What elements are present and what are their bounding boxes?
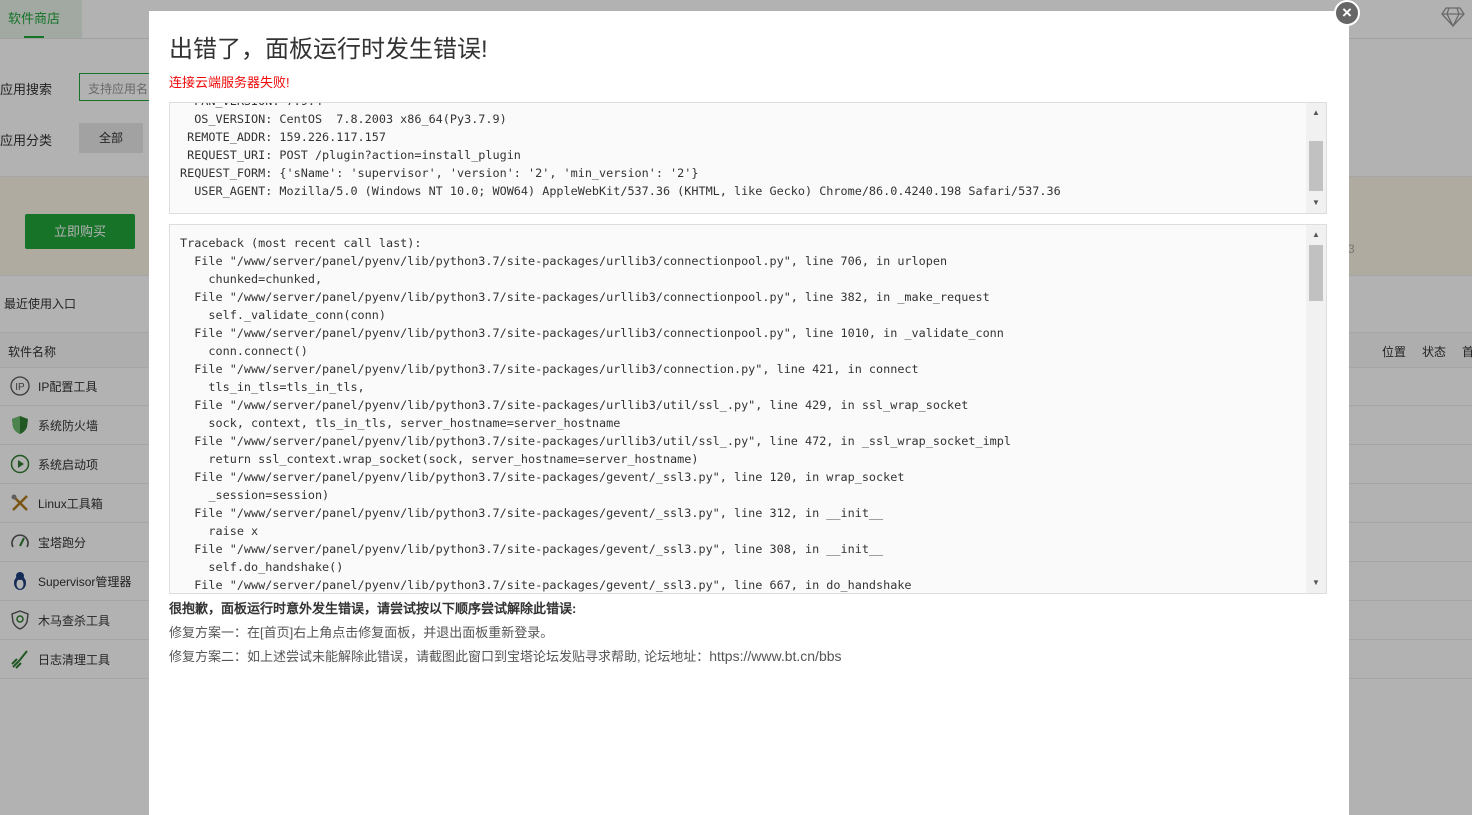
traceback-box[interactable]: Traceback (most recent call last): File … bbox=[169, 224, 1327, 594]
fix-option-2: 修复方案二：如上述尝试未能解除此错误，请截图此窗口到宝塔论坛发贴寻求帮助, 论坛… bbox=[169, 646, 842, 665]
forum-url[interactable]: https://www.bt.cn/bbs bbox=[709, 648, 841, 664]
traceback-scrollbar[interactable]: ▲ ▼ bbox=[1306, 225, 1326, 593]
error-dialog: 出错了，面板运行时发生错误! 连接云端服务器失败! PAN_VERSION: 7… bbox=[149, 11, 1349, 815]
scroll-thumb[interactable] bbox=[1309, 141, 1323, 191]
dialog-title: 出错了，面板运行时发生错误! bbox=[169, 36, 488, 63]
env-scrollbar[interactable]: ▲ ▼ bbox=[1306, 103, 1326, 213]
traceback-text: Traceback (most recent call last): File … bbox=[180, 236, 1011, 592]
fix-option-1: 修复方案一：在[首页]右上角点击修复面板，并退出面板重新登录。 bbox=[169, 625, 554, 640]
environment-info-text: PAN_VERSION: 7.9.4 OS_VERSION: CentOS 7.… bbox=[180, 103, 1061, 198]
scroll-up-icon[interactable]: ▲ bbox=[1306, 227, 1326, 243]
scroll-up-icon[interactable]: ▲ bbox=[1306, 105, 1326, 121]
close-icon[interactable]: × bbox=[1334, 0, 1360, 26]
help-title: 很抱歉，面板运行时意外发生错误，请尝试按以下顺序尝试解除此错误: bbox=[169, 601, 577, 616]
fix-option-2-text: 修复方案二：如上述尝试未能解除此错误，请截图此窗口到宝塔论坛发贴寻求帮助, 论坛… bbox=[169, 649, 710, 664]
environment-info-box[interactable]: PAN_VERSION: 7.9.4 OS_VERSION: CentOS 7.… bbox=[169, 102, 1327, 214]
scroll-down-icon[interactable]: ▼ bbox=[1306, 195, 1326, 211]
scroll-down-icon[interactable]: ▼ bbox=[1306, 575, 1326, 591]
scroll-thumb[interactable] bbox=[1309, 245, 1323, 301]
error-message: 连接云端服务器失败! bbox=[169, 75, 290, 90]
